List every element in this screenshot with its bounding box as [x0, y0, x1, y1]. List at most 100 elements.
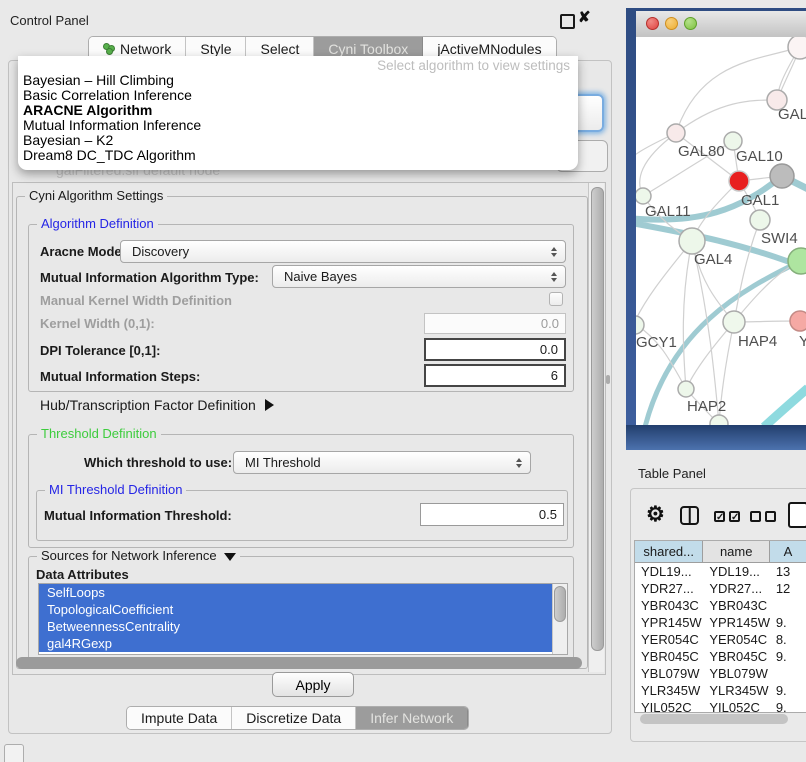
network-node-hap4[interactable]	[723, 311, 745, 333]
node-label: GAL11	[645, 203, 691, 220]
node-label: GAL4	[694, 251, 732, 268]
table-cell: YIL052C	[703, 699, 770, 712]
float-panel-icon[interactable]	[560, 14, 575, 29]
kernel-width-field[interactable]: 0.0	[424, 313, 566, 334]
attribute-item[interactable]: SelfLoops	[39, 584, 553, 601]
aracne-mode-label: Aracne Mode:	[40, 240, 126, 263]
network-node-hap2[interactable]	[678, 381, 694, 397]
attribute-item[interactable]: TopologicalCoefficient	[39, 601, 553, 618]
network-window-titlebar[interactable]	[636, 11, 806, 38]
hub-definition-expander[interactable]: Hub/Transcription Factor Definition	[40, 396, 274, 414]
tab-discretize-data[interactable]: Discretize Data	[232, 707, 356, 729]
gear-icon[interactable]: ⚙	[646, 504, 665, 525]
tab-label: Discretize Data	[246, 710, 341, 726]
mi-threshold-field[interactable]: 0.5	[420, 503, 564, 526]
algorithm-option[interactable]: Dream8 DC_TDC Algorithm	[18, 148, 578, 163]
tab-label: Network	[120, 41, 171, 57]
dpi-tolerance-label: DPI Tolerance [0,1]:	[40, 339, 160, 361]
zoom-window-icon[interactable]	[684, 17, 697, 30]
tab-infer-network[interactable]: Infer Network	[356, 707, 468, 729]
vertical-scrollbar-thumb[interactable]	[591, 187, 604, 651]
table-row[interactable]: YBR043CYBR043C	[635, 597, 806, 614]
network-node-y[interactable]	[790, 311, 806, 331]
deselect-all-icon[interactable]	[750, 511, 776, 522]
attribute-item[interactable]: gal4RGexp	[39, 635, 553, 652]
network-edge	[676, 100, 777, 133]
node-label: GAL	[778, 106, 806, 123]
dpi-tolerance-field[interactable]: 0.0	[424, 338, 566, 361]
list-scrollbar-thumb[interactable]	[554, 586, 566, 622]
network-node[interactable]	[710, 415, 728, 425]
algorithm-option[interactable]: Bayesian – K2	[18, 133, 578, 148]
aracne-mode-select[interactable]: Discovery	[120, 240, 566, 263]
close-window-icon[interactable]	[646, 17, 659, 30]
attribute-item[interactable]: BetweennessCentrality	[39, 618, 553, 635]
hidden-panel-grip[interactable]	[4, 744, 24, 762]
table-cell: 9.	[770, 699, 806, 712]
mi-algorithm-type-select[interactable]: Naive Bayes	[272, 265, 566, 288]
network-node[interactable]	[788, 37, 806, 59]
network-node-gal1[interactable]	[750, 210, 770, 230]
which-threshold-value: MI Threshold	[245, 455, 321, 470]
column-header-name[interactable]: name	[703, 541, 770, 563]
node-label: HAP4	[738, 333, 777, 350]
tab-impute-data[interactable]: Impute Data	[127, 707, 232, 729]
vertical-scrollbar-track[interactable]	[588, 183, 604, 672]
column-header-shared-[interactable]: shared...	[635, 541, 703, 563]
node-label: GAL80	[678, 143, 725, 160]
network-edge	[764, 388, 806, 425]
export-table-icon[interactable]	[788, 502, 806, 528]
data-attributes-list: SelfLoopsTopologicalCoefficientBetweenne…	[38, 583, 568, 655]
list-scrollbar-track[interactable]	[552, 584, 567, 654]
mi-algorithm-type-label: Mutual Information Algorithm Type:	[40, 266, 259, 289]
stepper-arrows-icon	[551, 247, 557, 257]
algorithm-option[interactable]: Bayesian – Hill Climbing	[18, 73, 578, 88]
aracne-mode-value: Discovery	[132, 244, 189, 259]
threshold-definition-title: Threshold Definition	[37, 426, 161, 441]
cyni-algorithm-settings-title: Cyni Algorithm Settings	[25, 188, 167, 203]
unchecked-box-icon	[765, 511, 776, 522]
table-row[interactable]: YDL19...YDL19...13	[635, 563, 806, 580]
sources-title[interactable]: Sources for Network Inference	[37, 548, 240, 563]
network-node-swi4[interactable]	[788, 248, 806, 274]
table-row[interactable]: YPR145WYPR145W9.	[635, 614, 806, 631]
mi-steps-field[interactable]: 6	[424, 364, 566, 387]
stepper-arrows-icon	[516, 458, 522, 468]
horizontal-scrollbar-thumb[interactable]	[16, 657, 582, 669]
algorithm-option[interactable]: ARACNE Algorithm	[18, 103, 578, 118]
table-row[interactable]: YBR045CYBR045C9.	[635, 648, 806, 665]
network-node[interactable]	[770, 164, 794, 188]
minimize-window-icon[interactable]	[665, 17, 678, 30]
tab-label: Cyni Toolbox	[328, 41, 408, 57]
algorithm-dropdown-placeholder: Select algorithm to view settings	[18, 56, 578, 73]
manual-kernel-width-checkbox[interactable]	[549, 292, 563, 306]
table-row[interactable]: YER054CYER054C8.	[635, 631, 806, 648]
table-row[interactable]: YBL079WYBL079W	[635, 665, 806, 682]
checked-box-icon: ✓	[729, 511, 740, 522]
column-header-a[interactable]: A	[770, 541, 806, 563]
pane-divider-handle[interactable]	[606, 375, 610, 384]
table-row[interactable]: YLR345WYLR345W9.	[635, 682, 806, 699]
select-all-icon[interactable]: ✓ ✓	[714, 511, 740, 522]
network-node-gal80[interactable]	[667, 124, 685, 142]
which-threshold-select[interactable]: MI Threshold	[233, 451, 531, 474]
close-panel-icon[interactable]: ✘	[578, 11, 591, 25]
algorithm-option[interactable]: Basic Correlation Inference	[18, 88, 578, 103]
hub-definition-label: Hub/Transcription Factor Definition	[40, 397, 256, 413]
table-cell	[770, 665, 806, 682]
table-scrollbar-thumb[interactable]	[640, 714, 788, 724]
algorithm-option[interactable]: Mutual Information Inference	[18, 118, 578, 133]
show-columns-icon[interactable]	[680, 506, 699, 525]
table-cell: YBR043C	[635, 597, 703, 614]
table-cell: YER054C	[703, 631, 770, 648]
network-node-gcy1[interactable]	[636, 316, 644, 334]
network-canvas[interactable]: GALGAL80GAL10GAL1GAL11SWI4GAL4GCY1HAP4YH…	[636, 37, 806, 425]
table-cell: YIL052C	[635, 699, 703, 712]
network-node[interactable]	[729, 171, 749, 191]
collapse-arrow-icon	[224, 553, 236, 561]
table-cell: YPR145W	[635, 614, 703, 631]
apply-button[interactable]: Apply	[272, 672, 354, 697]
table-row[interactable]: YDR27...YDR27...12	[635, 580, 806, 597]
table-row[interactable]: YIL052CYIL052C9.	[635, 699, 806, 712]
network-node-gal11[interactable]	[636, 188, 651, 204]
